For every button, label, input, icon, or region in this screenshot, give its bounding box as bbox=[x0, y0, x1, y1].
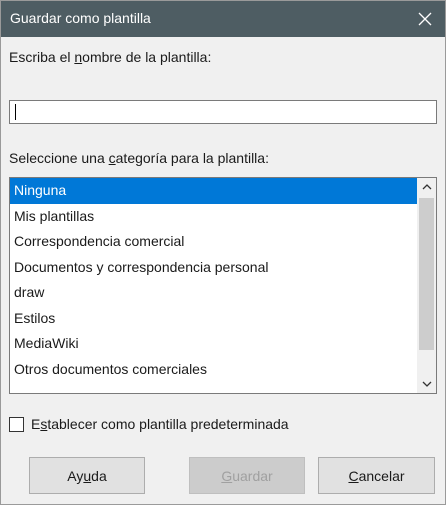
save-as-template-dialog: Guardar como plantilla Escriba el nombre… bbox=[0, 0, 446, 505]
template-name-label: Escriba el nombre de la plantilla: bbox=[9, 49, 212, 65]
category-item[interactable]: Otros documentos comerciales bbox=[10, 357, 417, 383]
category-items: Ninguna Mis plantillas Correspondencia com… bbox=[10, 178, 417, 382]
scroll-up-button[interactable] bbox=[417, 178, 436, 196]
help-button[interactable]: Ay u da bbox=[29, 457, 145, 494]
title-bar: Guardar como plantilla bbox=[1, 1, 445, 37]
category-list[interactable]: Ninguna Mis plantillas Correspondencia com… bbox=[9, 177, 437, 394]
chevron-down-icon bbox=[422, 381, 431, 387]
template-name-field[interactable] bbox=[9, 100, 437, 124]
cancel-button[interactable]: Cancelar bbox=[318, 457, 435, 494]
vertical-scrollbar[interactable] bbox=[417, 178, 436, 393]
save-button[interactable]: Guardar bbox=[189, 457, 305, 494]
scrollbar-thumb[interactable] bbox=[419, 198, 434, 350]
default-template-checkbox[interactable] bbox=[9, 416, 24, 432]
category-item[interactable]: draw bbox=[10, 280, 417, 306]
chevron-up-icon bbox=[422, 184, 431, 190]
close-icon bbox=[418, 12, 432, 26]
category-item[interactable]: MediaWiki bbox=[10, 331, 417, 357]
default-template-label: Establecer como plantilla predeterminada bbox=[31, 416, 289, 432]
template-name-input[interactable] bbox=[10, 101, 436, 123]
category-item[interactable]: Estilos bbox=[10, 306, 417, 332]
scroll-down-button[interactable] bbox=[417, 375, 436, 393]
category-item[interactable]: Mis plantillas bbox=[10, 204, 417, 230]
category-label: Seleccione una categoría para la plantil… bbox=[9, 150, 269, 166]
category-item[interactable]: Documentos y correspondencia personal bbox=[10, 255, 417, 281]
default-template-option[interactable]: Establecer como plantilla predeterminada bbox=[9, 415, 289, 433]
dialog-title: Guardar como plantilla bbox=[10, 10, 151, 26]
category-item[interactable]: Ninguna bbox=[10, 178, 417, 204]
category-item[interactable]: Correspondencia comercial bbox=[10, 229, 417, 255]
close-button[interactable] bbox=[405, 1, 445, 37]
